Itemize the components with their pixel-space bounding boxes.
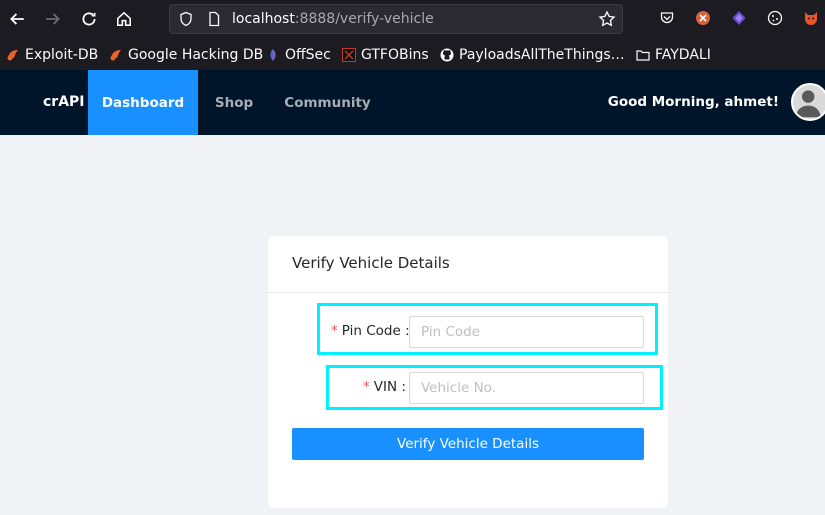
address-bar[interactable]: localhost:8888/verify-vehicle (169, 4, 623, 34)
home-icon (117, 11, 131, 26)
ghdb-icon (110, 50, 121, 61)
nav-shop[interactable]: Shop (198, 70, 270, 135)
greeting-text: Good Morning, ahmet! (607, 94, 779, 110)
bookmark-gtfobins[interactable]: GTFOBins (342, 45, 429, 65)
bookmark-label: Google Hacking DB (128, 47, 264, 63)
url-host: localhost (232, 11, 295, 27)
bookmark-google-hacking-db[interactable]: Google Hacking DB (109, 45, 263, 65)
folder-icon (636, 50, 650, 61)
star-icon[interactable] (598, 10, 616, 28)
shield-icon[interactable] (178, 11, 194, 27)
app-header: crAPI Dashboard Shop Community Good Morn… (0, 70, 825, 135)
bookmark-label: Exploit-DB (25, 47, 99, 63)
nav-community[interactable]: Community (270, 70, 385, 135)
extension-purple-icon[interactable] (730, 9, 748, 27)
pin-code-label-text: Pin Code (341, 323, 401, 339)
bookmark-label: PayloadsAllTheThings… (459, 47, 625, 63)
verify-vehicle-button[interactable]: Verify Vehicle Details (292, 428, 644, 460)
gtfobins-icon (342, 48, 356, 62)
bookmark-label: FAYDALI (655, 47, 711, 63)
bookmarks-bar: Exploit-DB Google Hacking DB OffSec GTFO… (0, 39, 825, 70)
card-title: Verify Vehicle Details (292, 254, 450, 272)
pin-code-input[interactable] (409, 316, 644, 348)
brand-logo[interactable]: crAPI (43, 94, 85, 110)
avatar[interactable] (791, 83, 825, 121)
required-mark: * (331, 323, 338, 339)
nav-dashboard[interactable]: Dashboard (88, 70, 198, 135)
required-mark: * (363, 379, 370, 395)
vin-label: * VIN : (363, 379, 406, 395)
bookmark-payloadsallthethings[interactable]: PayloadsAllTheThings… (440, 45, 625, 65)
vin-label-text: VIN (373, 379, 398, 395)
page-icon[interactable] (206, 11, 222, 27)
extension-fox-icon[interactable] (802, 9, 820, 27)
url-path: :8888/verify-vehicle (294, 11, 434, 27)
forward-button[interactable] (42, 8, 64, 30)
bookmark-exploit-db[interactable]: Exploit-DB (6, 45, 98, 65)
url-text[interactable]: localhost:8888/verify-vehicle (232, 11, 434, 27)
user-avatar-icon (795, 90, 821, 118)
browser-toolbar: localhost:8888/verify-vehicle (0, 0, 825, 39)
pin-code-label: * Pin Code : (331, 323, 410, 339)
bookmark-label: OffSec (285, 47, 331, 63)
extension-hackbar-icon[interactable] (694, 9, 712, 27)
cookie-icon[interactable] (766, 9, 784, 27)
bookmark-label: GTFOBins (361, 47, 429, 63)
reload-icon (82, 12, 96, 26)
card-divider (268, 292, 668, 293)
github-icon (440, 48, 454, 62)
home-button[interactable] (113, 8, 135, 30)
bookmark-offsec[interactable]: OffSec (266, 45, 331, 65)
offsec-icon (270, 49, 276, 61)
arrow-right-icon (46, 13, 60, 25)
exploit-db-icon (7, 50, 18, 61)
back-button[interactable] (6, 8, 28, 30)
label-colon: : (401, 379, 406, 395)
vin-input[interactable] (409, 372, 644, 404)
reload-button[interactable] (78, 8, 100, 30)
arrow-left-icon (10, 13, 24, 25)
bookmark-faydali[interactable]: FAYDALI (636, 45, 711, 65)
pocket-icon[interactable] (658, 9, 676, 27)
